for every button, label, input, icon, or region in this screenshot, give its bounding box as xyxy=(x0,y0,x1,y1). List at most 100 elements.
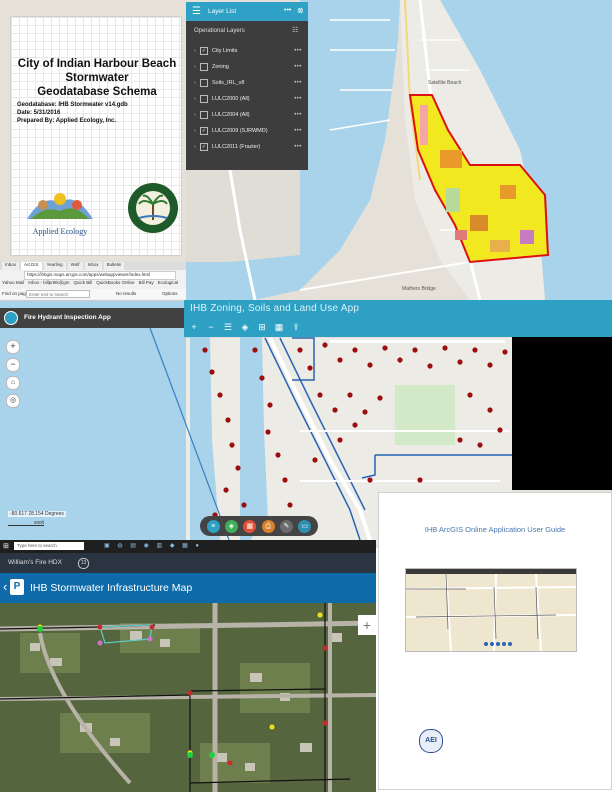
layer-list-header: ☰ Layer List ••• ⊗ xyxy=(186,2,308,21)
layer-list-title: Layer List xyxy=(208,8,237,15)
find-label: Find on page xyxy=(2,291,29,296)
layer-options-icon[interactable]: ☷ xyxy=(292,26,298,34)
layer-checkbox[interactable]: ✓ xyxy=(200,47,208,55)
operational-layers-label: Operational Layers xyxy=(194,28,245,34)
browser-tab[interactable]: Wolf xyxy=(67,262,83,270)
browser-tab[interactable]: Bulletin xyxy=(103,262,125,270)
device-name: William's Fire HDX xyxy=(8,559,62,566)
doc-prepared-by: Prepared By: Applied Ecology, Inc. xyxy=(17,118,117,124)
widget-toolbar: ≡ ◈ ▦ ⎙ ✎ ▭ xyxy=(200,516,318,536)
city-seal-logo xyxy=(127,182,179,234)
list-icon[interactable]: ☰ xyxy=(222,322,234,333)
measure-widget-icon[interactable]: ▭ xyxy=(298,519,312,533)
layer-label: LULC2009 (SJRWMD) xyxy=(212,128,268,134)
scale-bar: 600ft xyxy=(8,520,44,526)
bookmark-item[interactable]: Bill Pay xyxy=(139,280,154,287)
windows-taskbar: ⊞ Type here to search ▣ ◍ ▤ ◉ ▥ ◆ ▦ ● xyxy=(0,540,376,553)
layer-checkbox[interactable]: ✓ xyxy=(200,143,208,151)
layer-menu-icon[interactable]: ••• xyxy=(294,96,302,102)
guide-title: IHB ArcGIS Online Application User Guide xyxy=(424,525,566,534)
close-icon[interactable]: ⊗ xyxy=(297,6,304,15)
layers-widget-icon[interactable]: ≡ xyxy=(206,519,220,533)
layer-row[interactable]: › LULC2004 (All) ••• xyxy=(194,110,302,120)
bookmark-item[interactable]: QuickBooks Online xyxy=(96,280,134,287)
geodatabase-schema-doc: City of Indian Harbour Beach Stormwater … xyxy=(10,16,182,256)
applied-ecology-logo: Applied Ecology xyxy=(23,189,97,236)
legend-icon[interactable]: ⊞ xyxy=(256,322,268,333)
browser-tab[interactable]: ArcGIS xyxy=(21,262,42,270)
bookmark-item[interactable]: Inbox - billpr6tk@gm xyxy=(28,280,69,287)
find-results: No results xyxy=(116,291,137,296)
layer-row[interactable]: › Soils_IRL_v8 ••• xyxy=(194,78,302,88)
layer-menu-icon[interactable]: ••• xyxy=(294,112,302,118)
browser-chrome: Inbox ArcGIS Yearling Wolf Inbox Bulleti… xyxy=(0,262,186,301)
find-bar: Find on page No results Options xyxy=(0,289,186,299)
back-icon[interactable]: ‹ xyxy=(3,579,7,594)
windows-start-icon[interactable]: ⊞ xyxy=(3,542,9,550)
layer-label: Soils_IRL_v8 xyxy=(212,80,245,86)
bookmark-item[interactable]: Ecological xyxy=(158,280,179,287)
map-zoom-controls: + − ⌂ ◎ xyxy=(6,340,20,408)
basemap-widget-icon[interactable]: ▦ xyxy=(243,519,257,533)
find-input[interactable] xyxy=(26,290,90,298)
zoning-toolbar: + − ☰ ◈ ⊞ ▦ ⇪ xyxy=(184,319,318,335)
taskbar-search-box[interactable]: Type here to search xyxy=(14,542,84,550)
doc-geodatabase: Geodatabase: IHB Stormwater v14.gdb xyxy=(17,102,128,108)
layer-checkbox[interactable] xyxy=(200,63,208,71)
bookmark-item[interactable]: Quick Bill xyxy=(74,280,93,287)
layer-checkbox[interactable]: ✓ xyxy=(200,127,208,135)
share-icon[interactable]: ⇪ xyxy=(290,322,302,333)
stormwater-app: William's Fire HDX 13 ‹ P IHB Stormwater… xyxy=(0,553,376,792)
panel-menu-icon[interactable]: ••• xyxy=(284,7,291,14)
stormwater-aerial-map[interactable] xyxy=(0,603,376,792)
layer-list-panel: ☰ Layer List ••• ⊗ Operational Layers ☷ … xyxy=(186,2,308,170)
layer-row[interactable]: › LULC2000 (All) ••• xyxy=(194,94,302,104)
layer-menu-icon[interactable]: ••• xyxy=(294,48,302,54)
layer-checkbox[interactable] xyxy=(200,111,208,119)
browser-tab[interactable]: Inbox xyxy=(2,262,20,270)
zoom-in-icon[interactable]: + xyxy=(188,322,200,332)
aei-logo: AEI xyxy=(419,729,443,753)
doc-date: Date: 5/31/2016 xyxy=(17,110,61,116)
layer-checkbox[interactable] xyxy=(200,79,208,87)
layer-row[interactable]: › ✓ LULC2011 (Frazier) ••• xyxy=(194,142,302,152)
app-logo-icon: P xyxy=(10,579,24,595)
label-satellite-beach: Satellite Beach xyxy=(428,80,462,86)
bookmarks-bar: Yahoo Mail Inbox - billpr6tk@gm Quick Bi… xyxy=(2,280,184,287)
label-mathers-bridge: Mathers Bridge xyxy=(402,286,436,292)
draw-widget-icon[interactable]: ✎ xyxy=(279,519,293,533)
layer-row[interactable]: › ✓ LULC2009 (SJRWMD) ••• xyxy=(194,126,302,136)
layers-icon[interactable]: ◈ xyxy=(239,322,251,333)
layer-row[interactable]: › ✓ City Limits ••• xyxy=(194,46,302,56)
address-url: https://ihbgis.maps.arcgis.com/apps/weba… xyxy=(27,272,151,277)
layer-menu-icon[interactable]: ••• xyxy=(294,144,302,150)
zoom-out-icon[interactable]: − xyxy=(205,322,217,332)
browser-tab[interactable]: Yearling xyxy=(43,262,66,270)
browser-tab[interactable]: Inbox xyxy=(84,262,102,270)
fire-hydrant-app-header: Fire Hydrant Inspection App xyxy=(0,308,186,328)
layer-checkbox[interactable] xyxy=(200,95,208,103)
stormwater-app-title: IHB Stormwater Infrastructure Map xyxy=(30,582,193,594)
locate-icon[interactable]: ◎ xyxy=(6,394,20,408)
layer-menu-icon[interactable]: ••• xyxy=(294,80,302,86)
layer-label: LULC2011 (Frazier) xyxy=(212,144,261,150)
print-widget-icon[interactable]: ⎙ xyxy=(261,519,275,533)
layer-menu-icon[interactable]: ••• xyxy=(294,128,302,134)
fire-app-logo-icon xyxy=(4,311,18,325)
legend-widget-icon[interactable]: ◈ xyxy=(224,519,238,533)
device-badge: 13 xyxy=(78,558,89,569)
bookmark-item[interactable]: Yahoo Mail xyxy=(2,280,24,287)
basemap-gallery-icon[interactable]: ▦ xyxy=(273,322,285,333)
zoom-in-icon[interactable]: + xyxy=(6,340,20,354)
blank-region xyxy=(512,337,612,490)
doc-title-line3: Geodatabase Schema xyxy=(37,86,157,98)
layer-menu-icon[interactable]: ••• xyxy=(294,64,302,70)
home-icon[interactable]: ⌂ xyxy=(6,376,20,390)
address-bar[interactable]: https://ihbgis.maps.arcgis.com/apps/weba… xyxy=(24,271,176,280)
zoom-out-icon[interactable]: − xyxy=(6,358,20,372)
guide-map-thumbnail xyxy=(405,568,577,652)
zoom-in-icon[interactable]: + xyxy=(358,615,376,635)
layer-row[interactable]: › Zoning ••• xyxy=(194,62,302,72)
user-guide-doc: IHB ArcGIS Online Application User Guide… xyxy=(378,492,612,790)
find-options[interactable]: Options xyxy=(162,291,178,296)
